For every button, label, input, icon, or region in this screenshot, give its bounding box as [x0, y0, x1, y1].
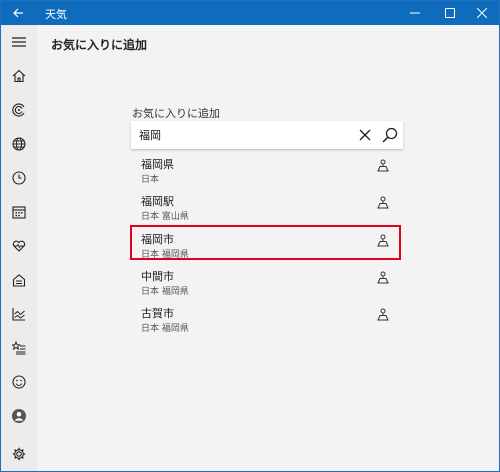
home-icon: [12, 69, 26, 83]
sidebar-item-global[interactable]: [1, 130, 37, 158]
sidebar-item-calendar[interactable]: [1, 198, 37, 226]
suggestion-region: 日本 福岡県: [141, 287, 189, 297]
location-pin-icon: [377, 159, 389, 172]
suggestion-name: 福岡駅: [141, 195, 174, 208]
maximize-button[interactable]: [433, 1, 467, 25]
sidebar-item-favorites[interactable]: [1, 334, 37, 362]
close-icon: [477, 8, 487, 18]
hamburger-icon: [12, 37, 26, 47]
search-box: [131, 121, 403, 149]
minimize-button[interactable]: [398, 1, 432, 25]
suggestion-item[interactable]: 福岡駅 日本 富山県: [131, 188, 391, 225]
heart-icon: [12, 240, 26, 252]
globe-icon: [12, 137, 26, 151]
sidebar-item-places[interactable]: [1, 266, 37, 294]
settings-icon: [12, 447, 26, 461]
sidebar-item-maps[interactable]: [1, 96, 37, 124]
suggestion-item[interactable]: 福岡県 日本: [131, 151, 391, 188]
location-pin-icon: [377, 308, 389, 321]
suggestion-name: 古賀市: [141, 307, 174, 320]
sidebar-item-settings[interactable]: [1, 440, 37, 468]
suggestion-item[interactable]: 古賀市 日本 福岡県: [131, 300, 391, 337]
sidebar-item-account[interactable]: [1, 402, 37, 430]
suggestion-item[interactable]: 中間市 日本 福岡県: [131, 263, 391, 300]
title-bar: 天気: [1, 1, 499, 25]
account-icon: [12, 409, 26, 423]
back-arrow-icon: [13, 8, 23, 18]
window-title: 天気: [45, 8, 67, 21]
suggestion-name: 福岡県: [141, 158, 174, 171]
page-title: お気に入りに追加: [51, 38, 148, 52]
search-input[interactable]: [139, 126, 349, 144]
suggestion-name: 中間市: [141, 270, 174, 283]
chart-icon: [12, 308, 25, 321]
sidebar: [1, 25, 37, 471]
search-icon[interactable]: [381, 126, 399, 144]
maximize-icon: [445, 8, 455, 18]
favorites-list-icon: [12, 341, 26, 355]
sidebar-item-forecast[interactable]: [1, 62, 37, 90]
back-button[interactable]: [1, 1, 35, 25]
close-button[interactable]: [465, 1, 499, 25]
sidebar-item-history[interactable]: [1, 164, 37, 192]
selection-highlight: [130, 225, 401, 260]
suggestion-region: 日本 福岡県: [141, 324, 189, 334]
building-icon: [12, 274, 26, 287]
radar-icon: [12, 103, 25, 117]
sidebar-item-health[interactable]: [1, 232, 37, 260]
calendar-icon: [12, 206, 26, 219]
app-window: 天気 お気に入りに追加 お気に入りに追加 福岡 福岡県 日本 福岡駅 日本 富山…: [0, 0, 500, 472]
minimize-icon: [410, 12, 420, 14]
clock-icon: [12, 171, 26, 185]
smiley-icon: [12, 375, 26, 389]
search-label: お気に入りに追加: [132, 107, 220, 120]
sidebar-item-historical-weather[interactable]: [1, 300, 37, 328]
suggestion-region: 日本: [141, 175, 160, 185]
clear-search-icon[interactable]: [357, 127, 373, 143]
location-pin-icon: [377, 271, 389, 284]
sidebar-item-feedback[interactable]: [1, 368, 37, 396]
location-pin-icon: [377, 196, 389, 209]
suggestion-region: 日本 富山県: [141, 212, 189, 222]
sidebar-menu-toggle[interactable]: [1, 28, 37, 56]
